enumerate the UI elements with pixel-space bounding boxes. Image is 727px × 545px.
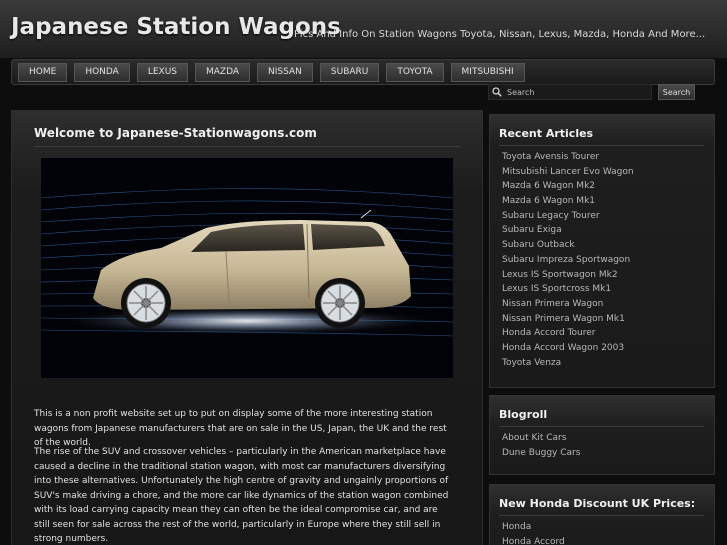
list-item[interactable]: About Kit Cars	[502, 433, 580, 448]
list-item[interactable]: Mitsubishi Lancer Evo Wagon	[502, 167, 634, 182]
body-paragraph: The rise of the SUV and crossover vehicl…	[34, 447, 449, 544]
list-item[interactable]: Dune Buggy Cars	[502, 448, 580, 463]
list-item[interactable]: Mazda 6 Wagon Mk1	[502, 196, 634, 211]
station-wagon-illustration	[41, 158, 453, 378]
list-item[interactable]: Nissan Primera Wagon	[502, 299, 634, 314]
nav-item-honda[interactable]: Honda	[74, 62, 130, 82]
main-nav: Home Honda Lexus Mazda Nissan Subaru Toy…	[11, 59, 715, 85]
list-item[interactable]: Lexus IS Sportcross Mk1	[502, 284, 634, 299]
honda-prices-list: Honda Honda Accord	[502, 522, 565, 545]
list-item[interactable]: Subaru Outback	[502, 240, 634, 255]
site-title[interactable]: Japanese Station Wagons	[11, 14, 341, 40]
nav-item-subaru[interactable]: Subaru	[319, 62, 380, 82]
intro-paragraph: This is a non profit website set up to p…	[34, 409, 447, 448]
page-title: Welcome to Japanese-Stationwagons.com	[34, 126, 317, 140]
honda-prices-widget: New Honda Discount UK Prices: Honda Hond…	[489, 484, 715, 545]
nav-item-lexus[interactable]: Lexus	[136, 62, 188, 82]
list-item[interactable]: Honda Accord	[502, 537, 565, 545]
title-divider	[34, 146, 461, 147]
list-item[interactable]: Honda Accord Wagon 2003	[502, 343, 634, 358]
widget-divider	[499, 145, 704, 146]
list-item[interactable]: Honda Accord Tourer	[502, 328, 634, 343]
recent-articles-widget: Recent Articles Toyota Avensis Tourer Mi…	[489, 114, 715, 388]
list-item[interactable]: Mazda 6 Wagon Mk2	[502, 181, 634, 196]
nav-item-toyota[interactable]: Toyota	[386, 62, 444, 82]
blogroll-list: About Kit Cars Dune Buggy Cars	[502, 433, 580, 462]
list-item[interactable]: Lexus IS Sportwagon Mk2	[502, 270, 634, 285]
blogroll-widget: Blogroll About Kit Cars Dune Buggy Cars	[489, 395, 715, 475]
site-header: Japanese Station Wagons Pics And Info On…	[0, 0, 727, 58]
list-item[interactable]: Toyota Avensis Tourer	[502, 152, 634, 167]
widget-divider	[499, 515, 704, 516]
list-item[interactable]: Honda	[502, 522, 565, 537]
nav-item-home[interactable]: Home	[18, 62, 68, 82]
nav-item-nissan[interactable]: Nissan	[257, 62, 313, 82]
blogroll-heading: Blogroll	[499, 408, 548, 421]
list-item[interactable]: Subaru Impreza Sportwagon	[502, 255, 634, 270]
recent-articles-list: Toyota Avensis Tourer Mitsubishi Lancer …	[502, 152, 634, 372]
honda-prices-heading: New Honda Discount UK Prices:	[499, 497, 696, 510]
widget-divider	[499, 426, 704, 427]
main-content: Welcome to Japanese-Stationwagons.com Th…	[11, 110, 483, 545]
search-button[interactable]: Search	[658, 84, 695, 100]
hero-car-image	[41, 158, 453, 378]
list-item[interactable]: Subaru Legacy Tourer	[502, 211, 634, 226]
search-input[interactable]	[488, 84, 652, 100]
list-item[interactable]: Toyota Venza	[502, 358, 634, 373]
site-tagline: Pics And Info On Station Wagons Toyota, …	[294, 29, 706, 40]
nav-item-mitsubishi[interactable]: Mitsubishi	[450, 62, 525, 82]
list-item[interactable]: Subaru Exiga	[502, 225, 634, 240]
recent-articles-heading: Recent Articles	[499, 127, 594, 140]
nav-item-mazda[interactable]: Mazda	[195, 62, 251, 82]
list-item[interactable]: Nissan Primera Wagon Mk1	[502, 314, 634, 329]
search-icon	[492, 87, 502, 97]
